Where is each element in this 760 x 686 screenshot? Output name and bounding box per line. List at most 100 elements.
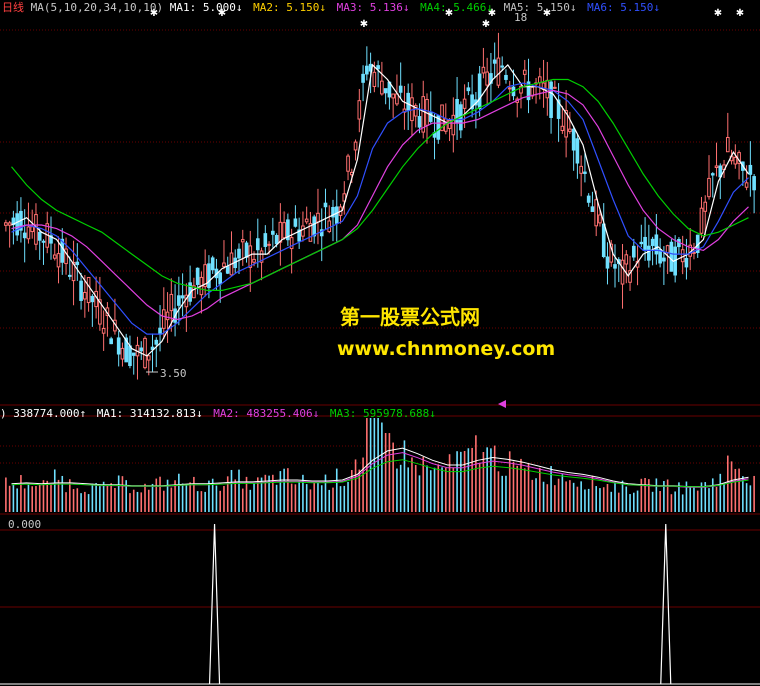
volume-legend-item-1: ) 338774.000↑ xyxy=(0,407,87,420)
candle-body xyxy=(372,71,377,87)
candle-body xyxy=(752,176,756,191)
cursor-pointer-icon xyxy=(498,400,506,408)
candle-body xyxy=(52,254,57,259)
candle-body xyxy=(139,347,144,352)
candle-body xyxy=(7,222,12,226)
candle-body xyxy=(252,258,256,263)
candle-body xyxy=(316,212,320,223)
candle-body xyxy=(207,263,211,289)
candle-body xyxy=(553,86,557,89)
candle-body xyxy=(282,222,286,239)
candle-body xyxy=(631,245,636,258)
candle-body xyxy=(37,231,42,241)
candle-body xyxy=(462,98,467,109)
star-marker-9: ✱ xyxy=(482,19,490,30)
star-marker-7: ✱ xyxy=(714,8,722,19)
candle-body xyxy=(255,238,260,251)
candle-body xyxy=(67,274,72,277)
candle-body xyxy=(180,295,185,299)
candle-body xyxy=(586,195,591,203)
candle-body xyxy=(703,201,708,212)
price-legend-item-3: MA3: 5.136↓ xyxy=(330,1,410,14)
signal-lines xyxy=(0,523,760,685)
candle-body xyxy=(323,202,328,208)
candle-body xyxy=(654,234,659,255)
candle-body xyxy=(684,257,689,268)
candle-body xyxy=(492,59,497,64)
candle-body xyxy=(165,311,170,321)
candle-body xyxy=(312,216,317,237)
candle-body xyxy=(601,223,606,257)
candle-body xyxy=(222,262,226,268)
candle-body xyxy=(398,85,403,93)
period-label[interactable]: 日线 xyxy=(2,1,24,14)
candle-body xyxy=(560,125,565,132)
candle-body xyxy=(56,253,61,268)
signal-spike-1 xyxy=(208,523,221,685)
candle-body xyxy=(34,214,38,245)
candle-body xyxy=(568,128,572,132)
candle-body xyxy=(128,345,132,366)
candle-body xyxy=(361,73,365,83)
candle-body xyxy=(714,165,719,169)
candle-body xyxy=(496,57,501,86)
candle-body xyxy=(549,81,553,118)
candle-body xyxy=(225,266,230,274)
candle-body xyxy=(195,267,200,285)
candle-body xyxy=(278,221,283,243)
candle-body xyxy=(116,337,121,355)
candle-body xyxy=(594,199,599,227)
indicator-value: 0.000 xyxy=(8,518,42,531)
candle-body xyxy=(4,222,8,226)
candle-body xyxy=(605,256,610,269)
candle-body xyxy=(707,177,711,198)
watermark-title: 第一股票公式网 xyxy=(340,305,480,329)
candle-body xyxy=(477,73,482,110)
candle-body xyxy=(79,280,83,301)
volume-legend-item-2: MA1: 314132.813↓ xyxy=(90,407,203,420)
candle-body xyxy=(109,338,113,345)
candle-body xyxy=(692,251,696,254)
candle-body xyxy=(244,242,249,258)
candle-body xyxy=(500,65,505,68)
candle-body xyxy=(158,327,162,335)
candle-body xyxy=(620,259,625,285)
volume-legend-item-3: MA2: 483255.406↓ xyxy=(206,407,320,420)
candle-body xyxy=(30,226,35,233)
candle-body xyxy=(263,233,268,247)
candle-body xyxy=(624,254,629,265)
candle-body xyxy=(301,225,305,237)
candle-body xyxy=(146,355,151,361)
candle-body xyxy=(662,257,666,262)
volume-legend: ) 338774.000↑ MA1: 314132.813↓ MA2: 4832… xyxy=(0,407,440,420)
candle-body xyxy=(391,93,395,99)
candle-body xyxy=(613,264,617,269)
candle-body xyxy=(481,66,486,74)
candle-body xyxy=(274,235,279,245)
candle-body xyxy=(240,239,245,243)
price-header: 日线 MA(5,10,20,34,10,10) MA1: 5.000↓ MA2:… xyxy=(2,1,664,14)
candle-body xyxy=(650,238,655,246)
ma-line-ma2 xyxy=(11,82,749,335)
candle-body xyxy=(466,87,471,92)
candle-body xyxy=(177,295,181,306)
candle-body xyxy=(639,241,644,245)
low-price-label: 3.50 xyxy=(160,367,187,380)
candle-body xyxy=(665,245,670,254)
candle-body xyxy=(748,164,753,175)
high-price-label: 18 xyxy=(514,11,528,24)
candle-body xyxy=(598,214,602,224)
candle-body xyxy=(293,218,298,227)
candle-body xyxy=(143,337,147,369)
price-legend-item-6: MA6: 5.150↓ xyxy=(580,1,660,14)
candle-body xyxy=(744,182,749,188)
candle-body xyxy=(327,220,332,233)
candle-body xyxy=(575,138,580,164)
candle-body xyxy=(522,69,527,75)
star-marker-3: ✱ xyxy=(360,19,368,30)
price-legend-item-2: MA2: 5.150↓ xyxy=(246,1,327,14)
candle-body xyxy=(643,236,647,251)
candle-body xyxy=(334,206,339,224)
candle-body xyxy=(267,243,271,246)
candle-body xyxy=(376,65,380,70)
